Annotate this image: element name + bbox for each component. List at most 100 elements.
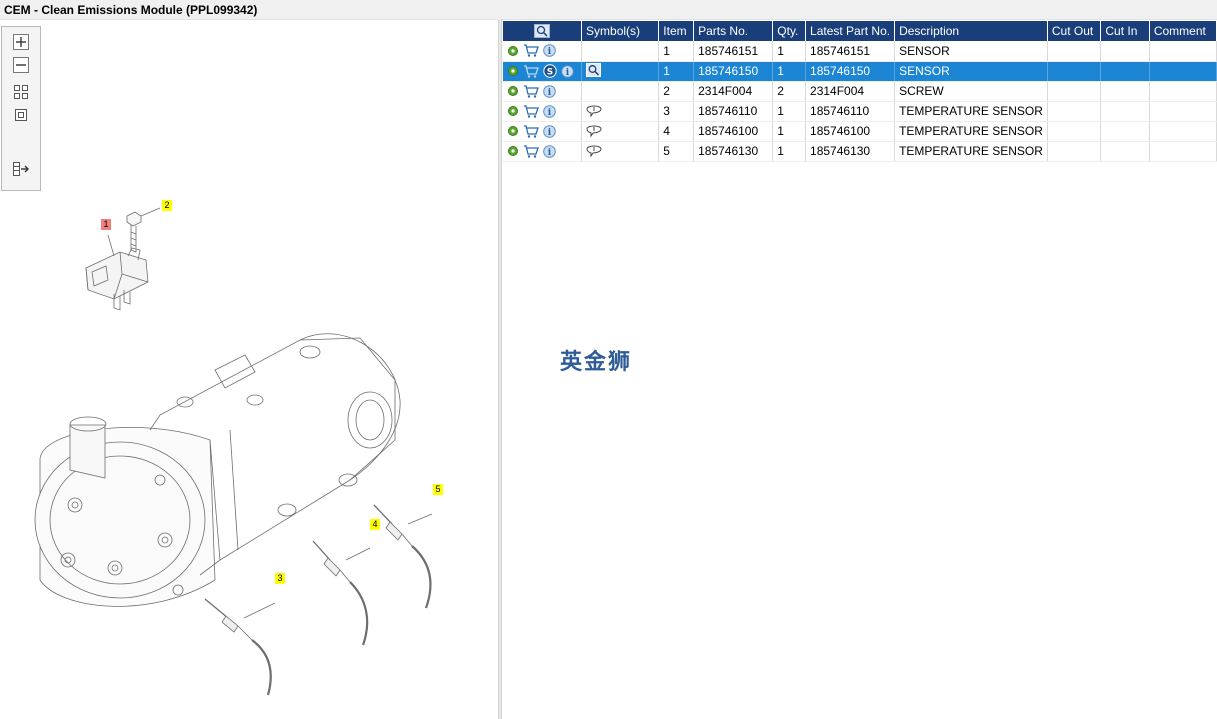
latest-part-no-cell: 185746150 [805, 61, 896, 82]
cut-in-cell [1100, 101, 1150, 122]
tip-bubble-icon[interactable] [586, 123, 602, 137]
export-icon [13, 162, 29, 176]
parts-no-cell: 185746150 [693, 61, 774, 82]
tip-bubble-icon[interactable] [586, 103, 602, 117]
column-header-view[interactable] [503, 21, 583, 41]
parts-no-cell: 2314F004 [693, 81, 774, 102]
symbols-cell [581, 141, 660, 162]
cut-out-cell [1047, 121, 1102, 142]
cut-in-cell [1100, 81, 1150, 102]
callout-5[interactable]: 5 [433, 484, 443, 495]
parts-no-cell: 185746100 [693, 121, 774, 142]
pressure-sensor-drawing [85, 234, 149, 311]
symbols-cell [581, 61, 660, 82]
view-image-icon[interactable] [586, 62, 602, 77]
table-row-selected[interactable]: S i 1 185746150 1 185746150 SENSOR [503, 61, 1217, 82]
qty-cell: 1 [772, 41, 807, 62]
svg-text:i: i [566, 68, 570, 78]
qty-cell: 1 [772, 121, 807, 142]
cart-icon[interactable] [523, 84, 539, 98]
latest-part-no-cell: 185746151 [805, 41, 896, 62]
symbols-cell [581, 41, 660, 62]
gear-icon[interactable] [507, 145, 519, 157]
gear-icon[interactable] [507, 85, 519, 97]
svg-text:i: i [548, 88, 552, 98]
column-header-item[interactable]: Item [658, 21, 695, 41]
column-header-description[interactable]: Description [894, 21, 1048, 41]
column-header-cut-in[interactable]: Cut In [1100, 21, 1150, 41]
actual-size-button[interactable] [11, 106, 31, 124]
column-header-symbols[interactable]: Symbol(s) [581, 21, 660, 41]
cart-icon[interactable] [523, 104, 539, 118]
qty-cell: 1 [772, 61, 807, 82]
window-title: CEM - Clean Emissions Module (PPL099342) [4, 3, 258, 17]
description-cell: TEMPERATURE SENSOR [894, 101, 1048, 122]
supersession-icon[interactable]: S [543, 64, 557, 78]
info-icon[interactable]: i [543, 144, 556, 158]
temperature-sensor-5-drawing [373, 504, 433, 609]
export-button[interactable] [11, 160, 31, 178]
cart-icon[interactable] [523, 144, 539, 158]
cut-out-cell [1047, 61, 1102, 82]
item-cell: 3 [658, 101, 695, 122]
svg-text:i: i [548, 128, 552, 138]
callout-2[interactable]: 2 [162, 200, 172, 211]
table-header-row: Symbol(s) Item Parts No. Qty. Latest Par… [503, 21, 1217, 41]
svg-text:i: i [548, 108, 552, 118]
gear-icon[interactable] [507, 45, 519, 57]
parts-list-pane: Symbol(s) Item Parts No. Qty. Latest Par… [502, 20, 1217, 719]
callout-4[interactable]: 4 [370, 519, 380, 530]
qty-cell: 1 [772, 141, 807, 162]
info-icon[interactable]: i [543, 44, 556, 57]
tip-bubble-icon[interactable] [586, 143, 602, 157]
info-icon[interactable]: i [561, 64, 574, 78]
symbols-cell [581, 121, 660, 142]
symbols-cell [581, 101, 660, 122]
table-row[interactable]: i 3 185746110 1 185746110 TEMPERATURE SE… [503, 101, 1217, 122]
cut-out-cell [1047, 81, 1102, 102]
zoom-out-icon [13, 57, 29, 73]
table-row[interactable]: i 5 185746130 1 185746130 TEMPERATURE SE… [503, 141, 1217, 162]
info-icon[interactable]: i [543, 84, 556, 98]
info-icon[interactable]: i [543, 124, 556, 138]
gear-icon[interactable] [507, 105, 519, 117]
svg-text:i: i [548, 47, 552, 57]
column-header-latest-part-no[interactable]: Latest Part No. [805, 21, 896, 41]
window-title-bar: CEM - Clean Emissions Module (PPL099342) [0, 0, 1217, 20]
column-header-comment[interactable]: Comment [1149, 21, 1217, 41]
cart-icon[interactable] [523, 124, 539, 138]
item-cell: 1 [658, 41, 695, 62]
svg-text:S: S [547, 68, 553, 78]
item-cell: 5 [658, 141, 695, 162]
table-row[interactable]: i 2 2314F004 2 2314F004 SCREW [503, 81, 1217, 102]
column-header-parts-no[interactable]: Parts No. [693, 21, 774, 41]
column-header-qty[interactable]: Qty. [772, 21, 807, 41]
gear-icon[interactable] [507, 125, 519, 137]
watermark-logo: 英金狮 [560, 350, 633, 375]
row-actions-cell: S i [503, 61, 583, 82]
gear-icon[interactable] [507, 65, 519, 77]
item-cell: 2 [658, 81, 695, 102]
diagram-pane[interactable]: 1 2 3 4 5 [0, 20, 498, 719]
cart-icon[interactable] [523, 64, 539, 78]
parts-table: Symbol(s) Item Parts No. Qty. Latest Par… [503, 21, 1217, 162]
callout-3[interactable]: 3 [275, 573, 285, 584]
table-row[interactable]: i 4 185746100 1 185746100 TEMPERATURE SE… [503, 121, 1217, 142]
cart-icon[interactable] [523, 44, 539, 57]
parts-no-cell: 185746151 [693, 41, 774, 62]
info-icon[interactable]: i [543, 104, 556, 118]
zoom-in-button[interactable] [11, 33, 31, 51]
zoom-out-button[interactable] [11, 56, 31, 74]
latest-part-no-cell: 185746110 [805, 101, 896, 122]
actual-size-icon [15, 109, 27, 121]
row-actions-cell: i [503, 101, 583, 122]
column-header-cut-out[interactable]: Cut Out [1047, 21, 1102, 41]
temperature-sensor-3-drawing [204, 598, 276, 696]
comment-cell [1149, 141, 1217, 162]
callout-1[interactable]: 1 [101, 219, 111, 230]
table-row[interactable]: i 1 185746151 1 185746151 SENSOR [503, 41, 1217, 62]
row-actions-cell: i [503, 81, 583, 102]
qty-cell: 1 [772, 101, 807, 122]
fit-all-button[interactable] [11, 83, 31, 101]
cut-out-cell [1047, 41, 1102, 62]
